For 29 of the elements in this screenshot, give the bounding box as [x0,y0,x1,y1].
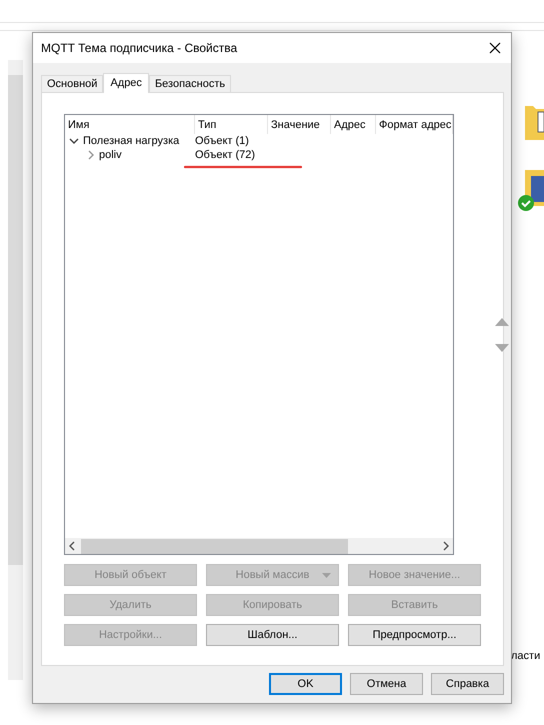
truncated-label: ласти [511,650,540,662]
column-header[interactable]: Тип [195,115,268,134]
column-header[interactable]: Значение [268,115,331,134]
collapse-chevron-icon[interactable] [69,137,79,145]
horizontal-scroll-bar[interactable] [65,538,453,554]
scroll-thumb[interactable] [8,75,23,565]
expand-chevron-icon[interactable] [87,150,95,160]
tree-item[interactable]: poliv [99,149,122,161]
action-button[interactable]: Шаблон... [206,624,339,646]
tab[interactable]: Адрес [103,73,149,93]
type-cell-text: Объект (1) [195,135,250,147]
close-icon[interactable] [489,42,501,54]
column-header[interactable]: Формат адрес [376,115,453,134]
tab[interactable]: Безопасность [148,75,232,92]
caret-icon [322,573,331,578]
tree-item[interactable]: Полезная нагрузка [83,135,180,147]
tab[interactable]: Основной [41,75,104,92]
column-header[interactable]: Имя [65,115,195,134]
type-cell-text: Объект (72) [195,149,256,161]
dialog-button[interactable]: Справка [431,673,504,695]
dialog-button[interactable]: Отмена [350,673,423,695]
window-title: MQTT Тема подписчика - Свойства [41,41,238,55]
scroll-thumb[interactable] [81,538,348,554]
scroll-bar[interactable] [8,60,23,680]
column-header[interactable]: Адрес [331,115,376,134]
action-button[interactable]: Предпросмотр... [348,624,481,646]
dialog-button[interactable]: OK [269,673,342,695]
move-up-icon[interactable] [495,318,509,326]
move-down-icon[interactable] [495,344,509,352]
